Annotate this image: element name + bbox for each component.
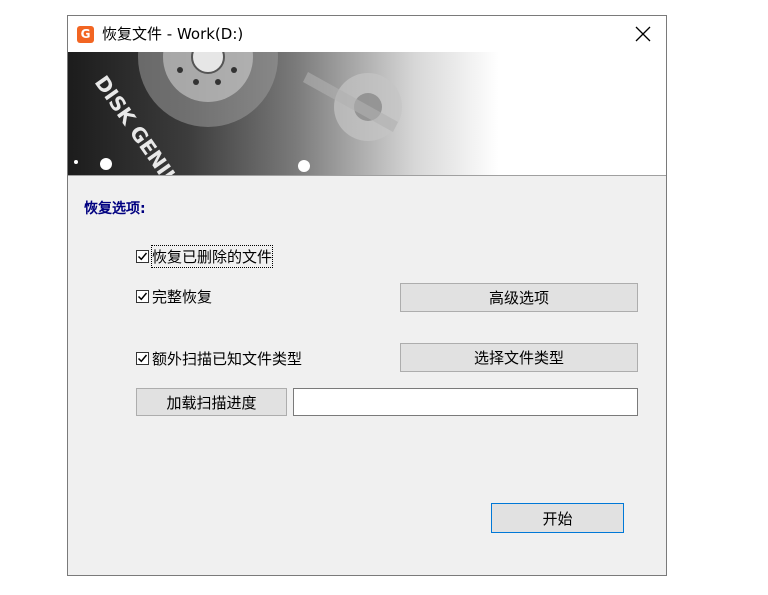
load-scan-progress-button[interactable]: 加载扫描进度 [136,388,287,416]
recover-deleted-checkbox[interactable]: 恢复已删除的文件 [136,244,274,268]
scan-progress-path-input[interactable] [293,388,638,416]
start-button[interactable]: 开始 [491,503,624,533]
extra-scan-label: 额外扫描已知文件类型 [152,349,303,368]
disk-genius-banner: DISK GENIUS [68,52,666,176]
full-recovery-label: 完整恢复 [152,287,213,306]
full-recovery-checkbox[interactable]: 完整恢复 [136,286,212,306]
window-title: 恢复文件 - Work(D:) [102,25,244,43]
title-bar[interactable]: G 恢复文件 - Work(D:) [68,16,666,52]
recovery-options-heading: 恢复选项: [84,201,146,217]
check-icon [137,292,148,300]
close-button[interactable] [620,16,666,52]
recover-deleted-label: 恢复已删除的文件 [150,244,274,268]
check-icon [137,252,148,260]
select-file-types-button[interactable]: 选择文件类型 [400,343,638,372]
advanced-options-button[interactable]: 高级选项 [400,283,638,312]
recover-files-dialog: G 恢复文件 - Work(D:) DISK GENIUS 恢复选项: 恢复已删… [67,15,667,576]
check-icon [137,354,148,362]
checkbox-box[interactable] [136,289,149,303]
close-icon [635,26,651,42]
extra-scan-checkbox[interactable]: 额外扫描已知文件类型 [136,348,302,368]
hard-disk-illustration: DISK GENIUS [74,52,402,175]
checkbox-box[interactable] [136,351,149,365]
disk-genius-icon: G [77,26,94,43]
checkbox-box[interactable] [136,249,149,263]
